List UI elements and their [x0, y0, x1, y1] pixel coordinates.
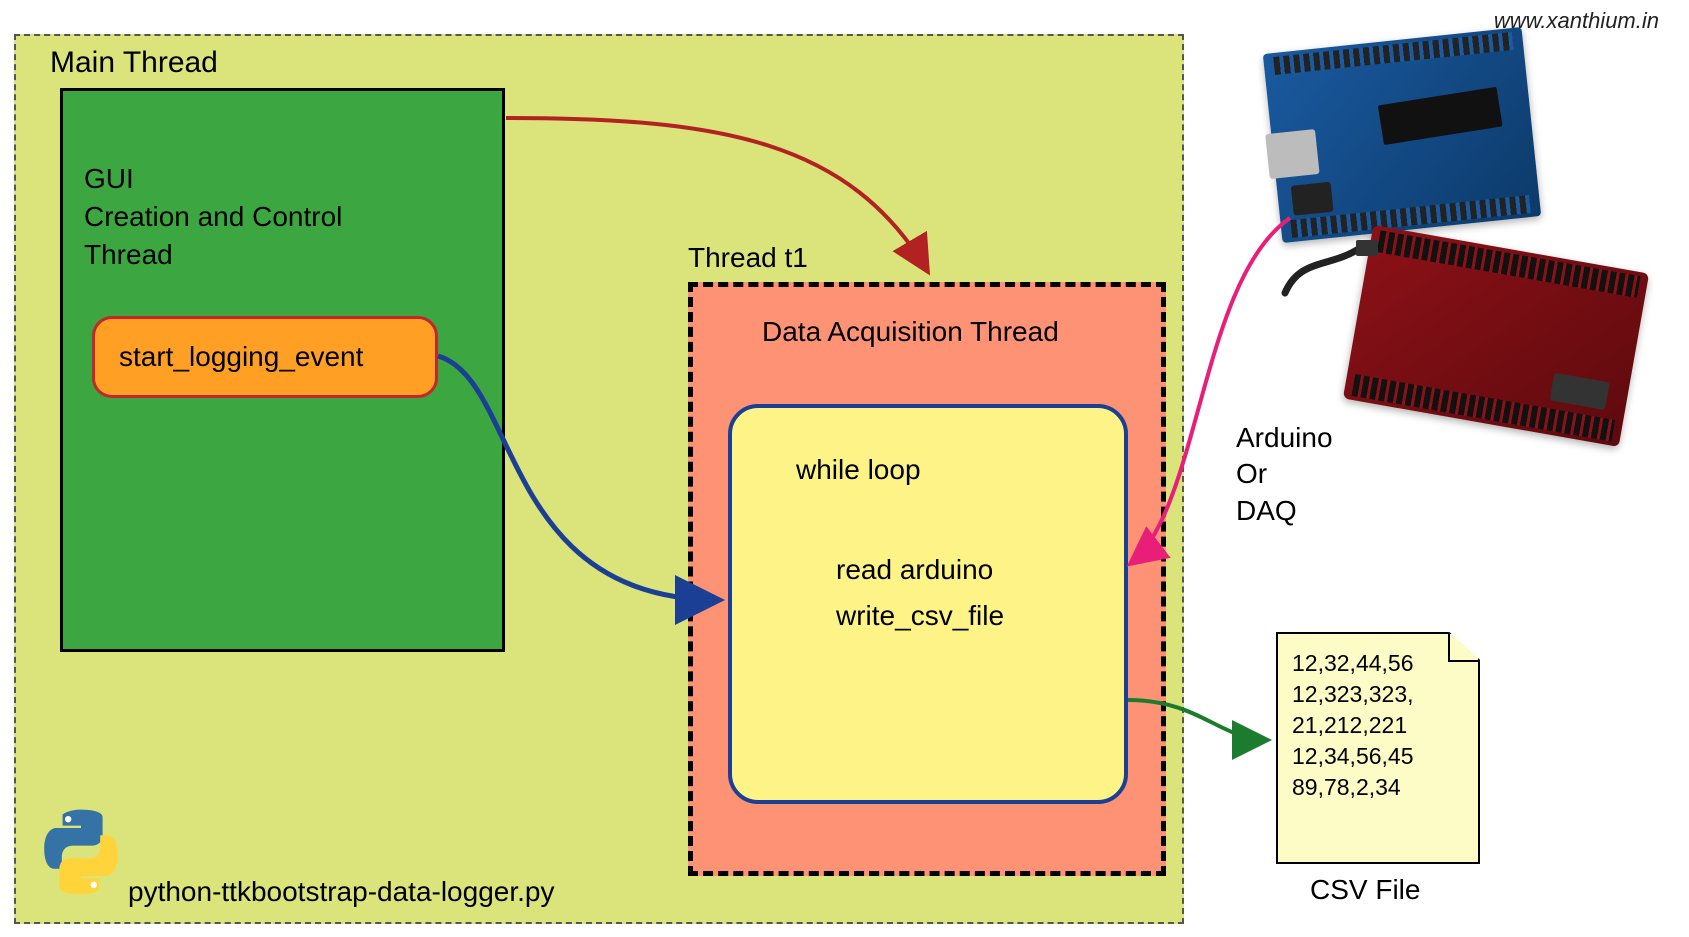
csv-file-icon: 12,32,44,56 12,323,323, 21,212,221 12,34…	[1276, 632, 1480, 864]
gui-line-3: Thread	[84, 239, 173, 270]
thread-t1-label: Thread t1	[688, 242, 808, 274]
daq-board-icon	[1343, 225, 1649, 447]
csv-row: 12,32,44,56	[1292, 650, 1414, 676]
gui-description: GUI Creation and Control Thread	[84, 160, 342, 273]
script-filename: python-ttkbootstrap-data-logger.py	[128, 876, 554, 908]
python-logo-icon	[40, 808, 122, 896]
event-label: start_logging_event	[119, 341, 363, 373]
csv-file-label: CSV File	[1310, 874, 1420, 906]
main-thread-label: Main Thread	[50, 46, 218, 80]
csv-row: 12,34,56,45	[1292, 743, 1414, 769]
usb-cable-icon	[1280, 238, 1380, 298]
gui-line-2: Creation and Control	[84, 201, 342, 232]
hw-line-1: Arduino	[1236, 422, 1333, 453]
start-logging-event-box: start_logging_event	[92, 316, 438, 398]
gui-line-1: GUI	[84, 163, 134, 194]
hw-line-2: Or	[1236, 458, 1267, 489]
daq-thread-title: Data Acquisition Thread	[762, 316, 1059, 348]
while-loop-label: while loop	[796, 454, 921, 486]
csv-row: 89,78,2,34	[1292, 774, 1401, 800]
csv-row: 12,323,323,	[1292, 681, 1414, 707]
read-arduino-step: read arduino	[836, 554, 993, 586]
arduino-board-icon	[1263, 27, 1541, 243]
csv-row: 21,212,221	[1292, 712, 1407, 738]
write-csv-step: write_csv_file	[836, 600, 1004, 632]
hardware-label: Arduino Or DAQ	[1236, 420, 1333, 529]
hw-line-3: DAQ	[1236, 495, 1297, 526]
